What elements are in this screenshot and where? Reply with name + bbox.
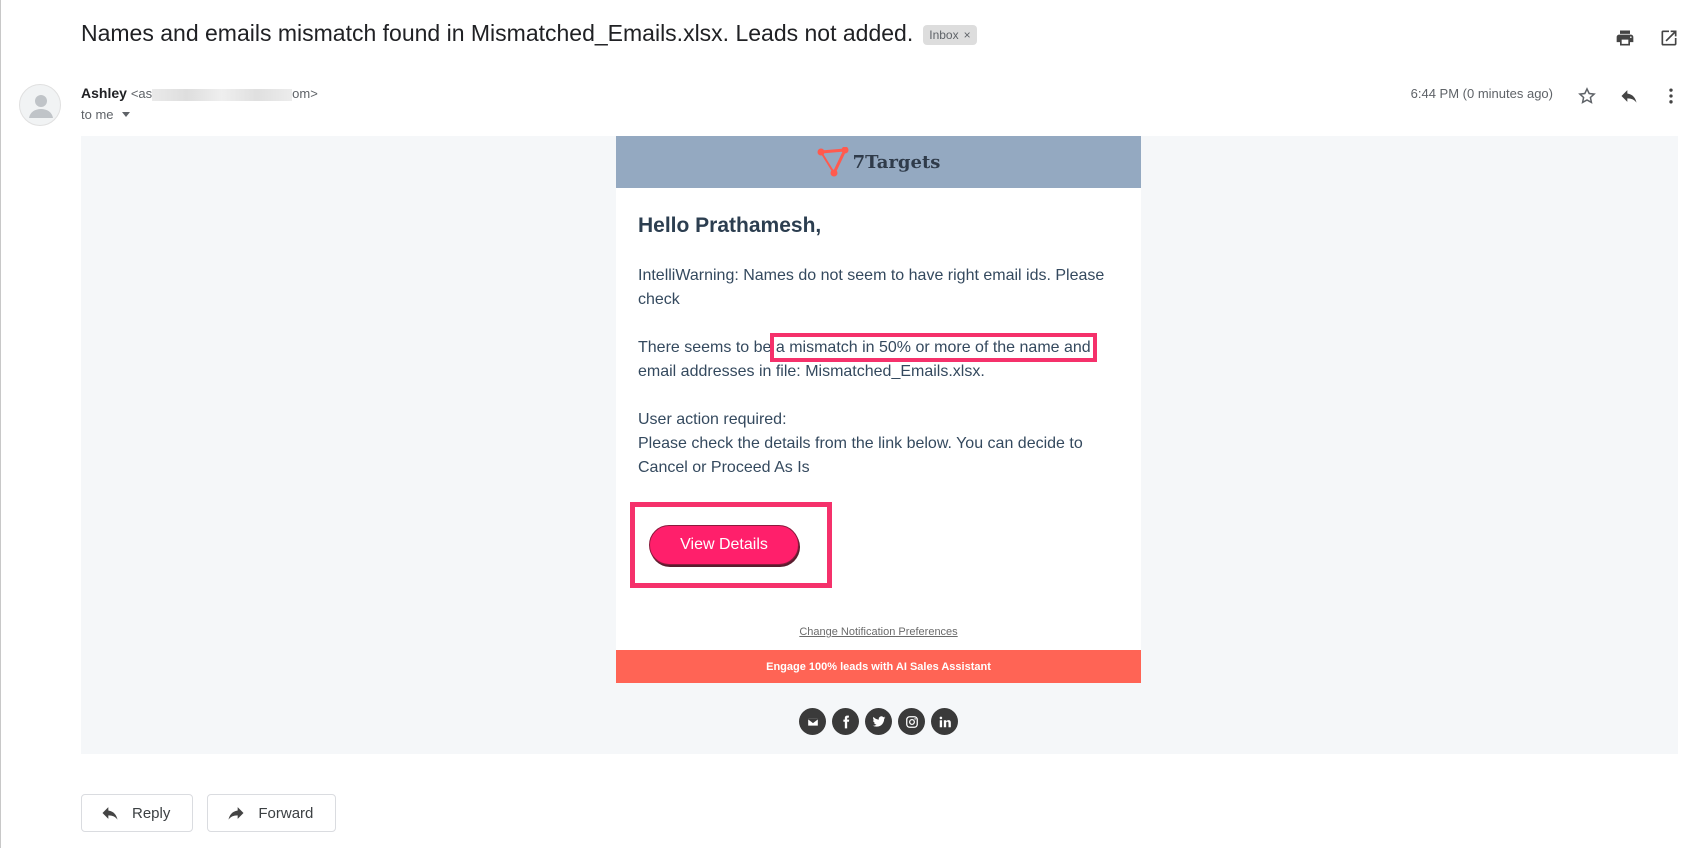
linkedin-icon[interactable]	[931, 708, 958, 735]
email-time: 6:44 PM (0 minutes ago)	[1410, 86, 1553, 101]
action-instructions: Please check the details from the link b…	[638, 435, 1083, 476]
change-notification-preferences-link[interactable]: Change Notification Preferences	[638, 626, 1119, 650]
action-required-label: User action required:	[638, 411, 787, 428]
instagram-icon[interactable]	[898, 708, 925, 735]
message-content: Hello Prathamesh, IntelliWarning: Names …	[616, 188, 1141, 650]
email-subject: Names and emails mismatch found in Misma…	[81, 20, 977, 47]
7targets-logo-icon	[817, 147, 849, 177]
brand-logo: 7Targets	[817, 147, 941, 177]
sender-email-start: <as	[130, 86, 153, 101]
recipient-text: to me	[81, 107, 114, 122]
remove-label-icon[interactable]: ×	[964, 28, 971, 42]
forward-arrow-icon	[228, 807, 244, 820]
open-new-window-icon[interactable]	[1657, 26, 1681, 50]
brand-name: 7Targets	[852, 152, 941, 173]
mismatch-text-end: email addresses in file: Mismatched_Emai…	[638, 363, 985, 380]
header-toolbar	[1613, 26, 1681, 50]
facebook-icon[interactable]	[832, 708, 859, 735]
social-links	[616, 708, 1141, 735]
mismatch-text-start: There seems to be	[638, 339, 772, 356]
sender-info: Ashley <as om>	[81, 85, 318, 101]
recipient-line: to me	[81, 107, 130, 122]
mail-icon[interactable]	[799, 708, 826, 735]
email-card: 7Targets Hello Prathamesh, IntelliWarnin…	[616, 136, 1141, 683]
greeting: Hello Prathamesh,	[638, 214, 822, 237]
default-avatar-icon	[29, 95, 53, 118]
sender-email: <as om>	[131, 86, 318, 101]
reply-button-label: Reply	[132, 804, 171, 822]
redacted-email	[152, 88, 293, 101]
highlighted-button-area: View Details	[630, 502, 832, 588]
label-text: Inbox	[929, 27, 959, 42]
message-actions	[1575, 84, 1683, 108]
promo-banner[interactable]: Engage 100% leads with AI Sales Assistan…	[616, 650, 1141, 683]
reply-button[interactable]: Reply	[81, 794, 194, 832]
sender-name: Ashley	[81, 85, 127, 101]
mismatch-paragraph: There seems to be a mismatch in 50% or m…	[638, 333, 1119, 384]
sender-email-end: om>	[292, 86, 318, 101]
subject-text: Names and emails mismatch found in Misma…	[81, 20, 914, 46]
highlighted-mismatch-text: a mismatch in 50% or more of the name an…	[769, 333, 1097, 362]
forward-button[interactable]: Forward	[207, 794, 337, 832]
bottom-actions: Reply Forward	[81, 794, 337, 832]
more-options-icon[interactable]	[1659, 84, 1683, 108]
show-details-chevron-down-icon[interactable]	[121, 112, 130, 117]
forward-button-label: Forward	[258, 804, 314, 822]
print-icon[interactable]	[1613, 26, 1637, 50]
star-icon[interactable]	[1575, 84, 1599, 108]
warning-text: IntelliWarning: Names do not seem to hav…	[638, 267, 1105, 308]
view-details-button[interactable]: View Details	[649, 525, 799, 565]
twitter-icon[interactable]	[865, 708, 892, 735]
brand-header: 7Targets	[616, 136, 1141, 188]
action-paragraph: User action required: Please check the d…	[638, 408, 1119, 480]
avatar	[19, 84, 61, 126]
reply-icon[interactable]	[1617, 84, 1641, 108]
inbox-label[interactable]: Inbox ×	[923, 24, 977, 45]
reply-arrow-icon	[102, 807, 118, 820]
